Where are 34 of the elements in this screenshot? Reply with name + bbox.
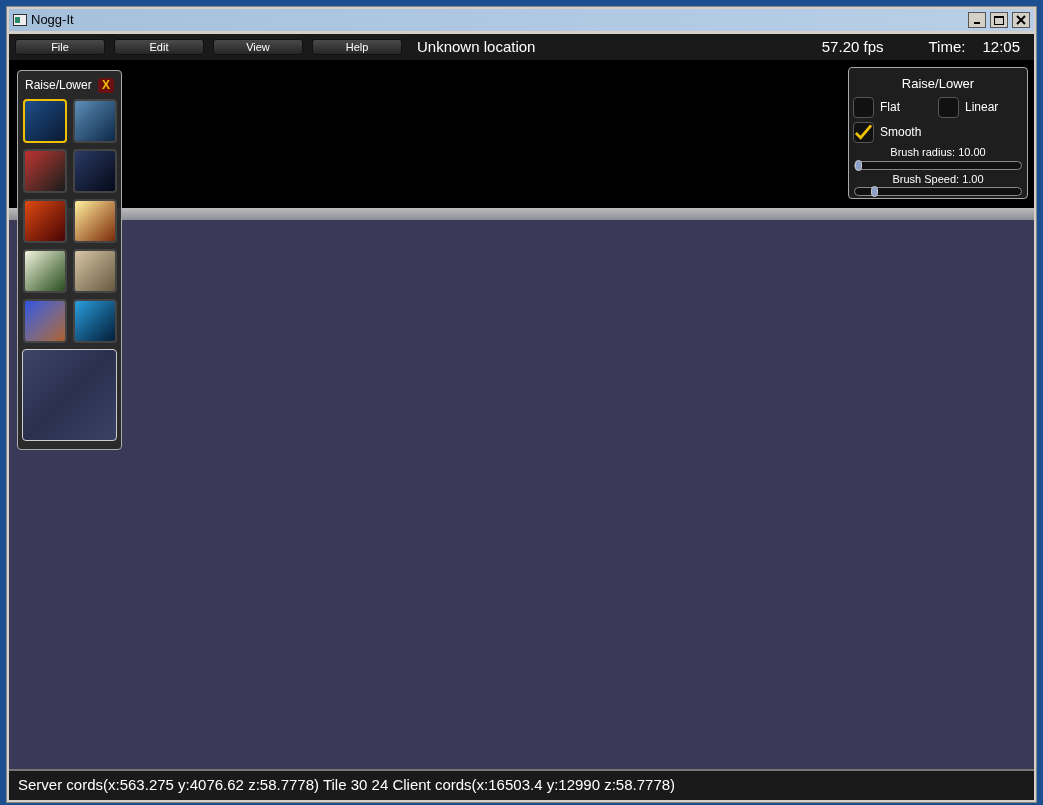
checkbox-label: Linear: [965, 99, 999, 116]
tool-button[interactable]: [72, 199, 117, 243]
maximize-button[interactable]: [990, 12, 1008, 28]
location-label: Unknown location: [417, 36, 536, 57]
slider-track[interactable]: [854, 160, 1022, 170]
minimize-button[interactable]: [968, 12, 986, 28]
menu-button[interactable]: Help: [312, 39, 402, 55]
fps-counter: 57.20 fps: [821, 36, 884, 57]
slider-thumb[interactable]: [871, 186, 878, 197]
tool-button[interactable]: [72, 299, 117, 343]
checkbox-label: Flat: [880, 99, 900, 116]
slider-track[interactable]: [854, 187, 1022, 196]
window-title: Nogg-It: [31, 11, 74, 30]
time-value: 12:05: [982, 36, 1020, 57]
app-icon: [13, 14, 27, 26]
tool-button[interactable]: [23, 249, 67, 293]
panel-title: Raise/Lower: [25, 77, 92, 94]
slider-label: Brush radius: 10.00: [890, 146, 986, 158]
menu-button[interactable]: File: [15, 39, 105, 55]
tool-button[interactable]: [72, 249, 117, 293]
checkbox[interactable]: [853, 96, 874, 118]
slider-thumb[interactable]: [855, 159, 862, 171]
checkbox[interactable]: [938, 96, 959, 118]
time-label: Time:: [928, 36, 966, 57]
slider-label: Brush Speed: 1.00: [892, 172, 984, 185]
menu-button[interactable]: Edit: [114, 39, 204, 55]
close-button[interactable]: [1012, 12, 1030, 28]
panel-title: Raise/Lower: [901, 76, 975, 91]
checkbox[interactable]: [853, 121, 874, 143]
texture-swatch[interactable]: [22, 349, 117, 441]
menu-button[interactable]: View: [213, 39, 303, 55]
close-button[interactable]: X: [98, 77, 114, 93]
checkbox-label: Smooth: [880, 124, 922, 141]
status-text: Server cords(x:563.275 y:4076.62 z:58.7778) Tile 30 24 Client cords(x:16503.4 y:12990 z:58.7778): [18, 775, 676, 796]
